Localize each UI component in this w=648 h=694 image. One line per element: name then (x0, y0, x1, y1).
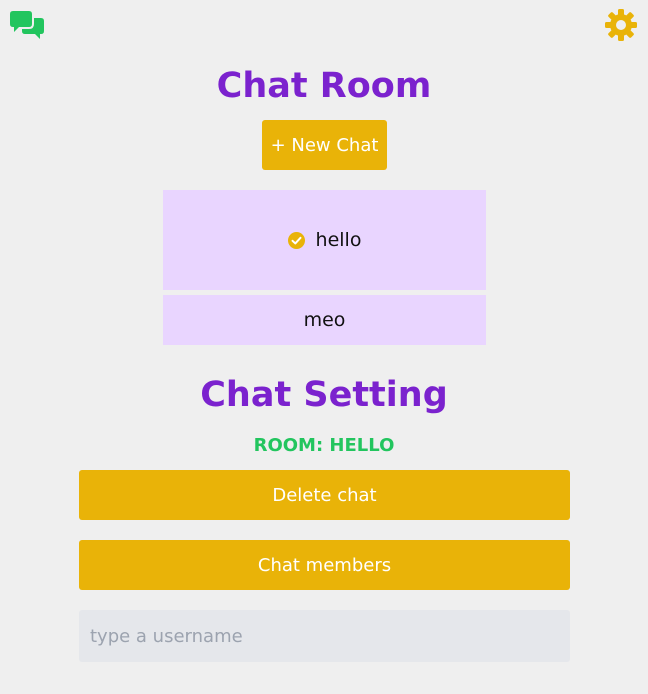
chat-bubbles-icon[interactable] (10, 10, 44, 42)
room-item-meo[interactable]: meo (163, 295, 486, 345)
delete-chat-button[interactable]: Delete chat (79, 470, 570, 520)
room-name: hello (315, 229, 362, 251)
chat-members-button[interactable]: Chat members (79, 540, 570, 590)
current-room-label: ROOM: HELLO (253, 435, 395, 456)
chat-room-title: Chat Room (216, 66, 432, 106)
check-circle-icon (287, 231, 305, 249)
gear-icon[interactable] (604, 8, 638, 42)
username-input[interactable] (79, 610, 570, 662)
room-name: meo (303, 309, 346, 331)
room-item-hello[interactable]: hello (163, 190, 486, 290)
chat-setting-title: Chat Setting (200, 375, 448, 415)
new-chat-button[interactable]: + New Chat (262, 120, 387, 170)
